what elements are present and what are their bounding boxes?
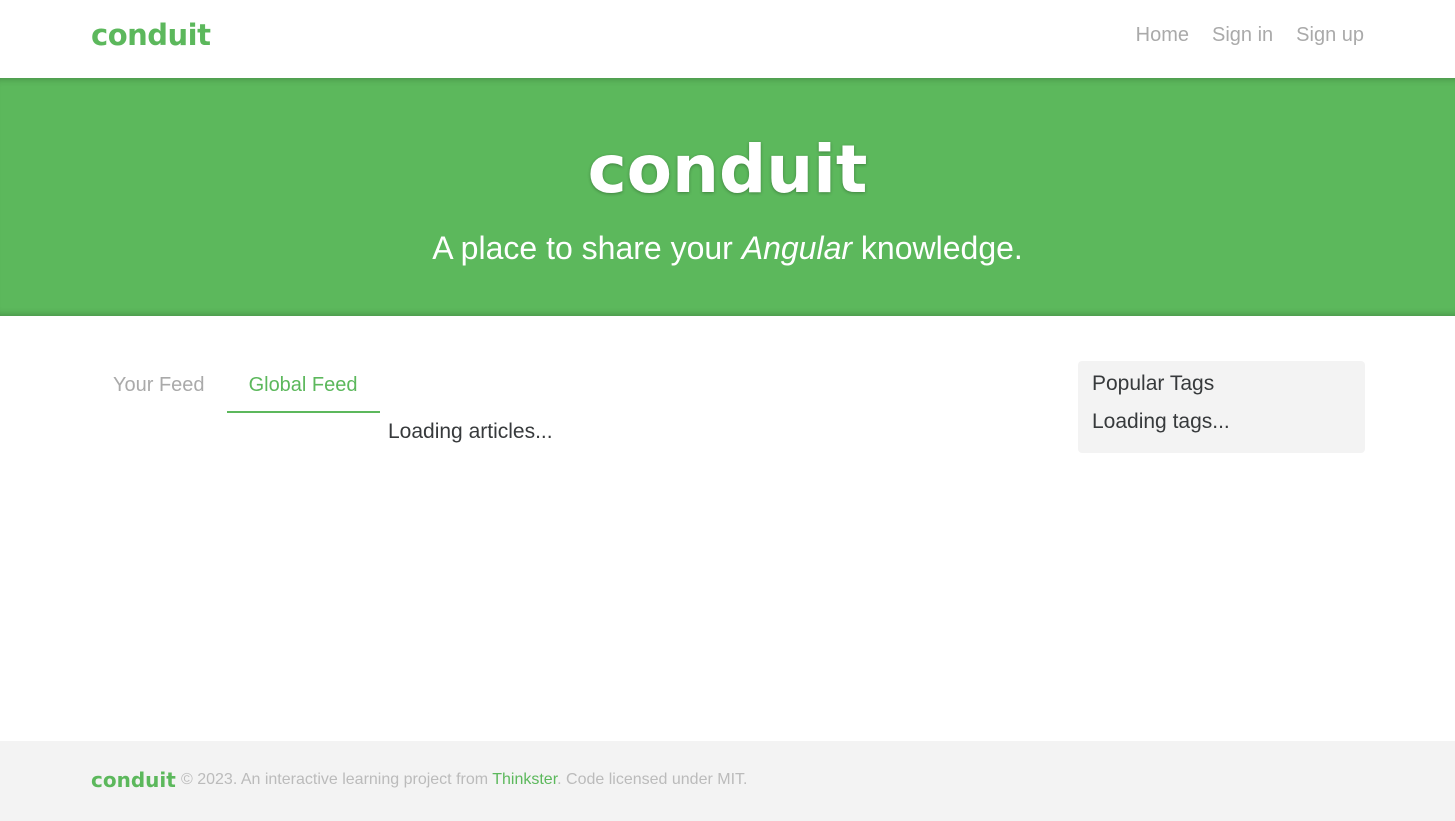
footer-text-before: © 2023. An interactive learning project … xyxy=(181,771,493,788)
banner-subtitle: A place to share your Angular knowledge. xyxy=(0,228,1455,268)
tab-your-feed[interactable]: Your Feed xyxy=(91,362,227,413)
hero-banner: conduit A place to share your Angular kn… xyxy=(0,78,1455,316)
nav-links: Home Sign in Sign up xyxy=(1136,24,1364,47)
tab-global-feed[interactable]: Global Feed xyxy=(226,362,380,413)
nav-link-sign-up[interactable]: Sign up xyxy=(1296,24,1364,47)
banner-subtitle-before: A place to share your xyxy=(432,230,742,266)
nav-link-sign-in[interactable]: Sign in xyxy=(1212,24,1273,47)
loading-articles-text: Loading articles... xyxy=(388,420,553,443)
banner-title: conduit xyxy=(587,131,868,208)
footer-thinkster-link[interactable]: Thinkster xyxy=(492,771,557,788)
top-navbar: conduit Home Sign in Sign up xyxy=(0,0,1455,78)
nav-link-home[interactable]: Home xyxy=(1136,24,1189,47)
feed-tabs: Your Feed Global Feed xyxy=(91,362,380,413)
footer-text-after: . Code licensed under MIT. xyxy=(557,771,748,788)
popular-tags-sidebar: Popular Tags Loading tags... xyxy=(1078,361,1365,453)
loading-tags-text: Loading tags... xyxy=(1092,410,1230,433)
footer: conduit © 2023. An interactive learning … xyxy=(0,741,1455,821)
sidebar-title: Popular Tags xyxy=(1092,372,1215,395)
banner-subtitle-emphasis: Angular xyxy=(741,230,853,266)
banner-subtitle-after: knowledge. xyxy=(852,230,1023,266)
navbar-brand-link[interactable]: conduit xyxy=(91,18,211,52)
footer-brand-link[interactable]: conduit xyxy=(91,768,176,792)
footer-attribution: © 2023. An interactive learning project … xyxy=(181,771,747,789)
